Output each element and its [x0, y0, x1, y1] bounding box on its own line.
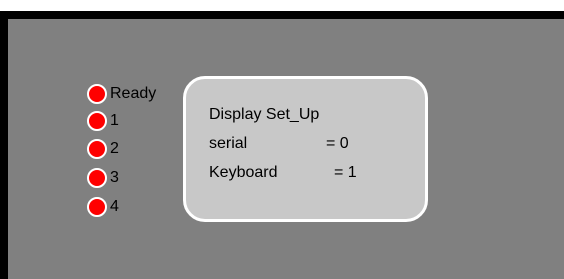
- serial-label: serial: [209, 135, 248, 152]
- led-icon: [87, 168, 107, 188]
- indicator-label: 3: [110, 169, 119, 186]
- indicator-1: 1: [87, 109, 119, 133]
- indicator-4: 4: [87, 195, 119, 219]
- indicator-ready: Ready: [87, 82, 156, 106]
- indicator-label: 1: [110, 112, 119, 129]
- led-icon: [87, 111, 107, 131]
- led-icon: [87, 197, 107, 217]
- indicator-label: 4: [110, 198, 119, 215]
- indicator-label: 2: [110, 140, 119, 157]
- serial-value: = 0: [326, 135, 349, 152]
- indicator-label: Ready: [110, 85, 157, 102]
- indicator-3: 3: [87, 166, 119, 190]
- screen-area: Ready 1 2 3 4 Display Set_Up serial = 0 …: [8, 19, 564, 279]
- panel-title: Display Set_Up: [209, 106, 320, 123]
- keyboard-value: = 1: [334, 164, 357, 181]
- led-icon: [87, 84, 107, 104]
- device-frame: Ready 1 2 3 4 Display Set_Up serial = 0 …: [0, 11, 564, 279]
- keyboard-label: Keyboard: [209, 164, 278, 181]
- led-icon: [87, 139, 107, 159]
- indicator-2: 2: [87, 137, 119, 161]
- display-setup-panel: Display Set_Up serial = 0 Keyboard = 1: [183, 76, 428, 222]
